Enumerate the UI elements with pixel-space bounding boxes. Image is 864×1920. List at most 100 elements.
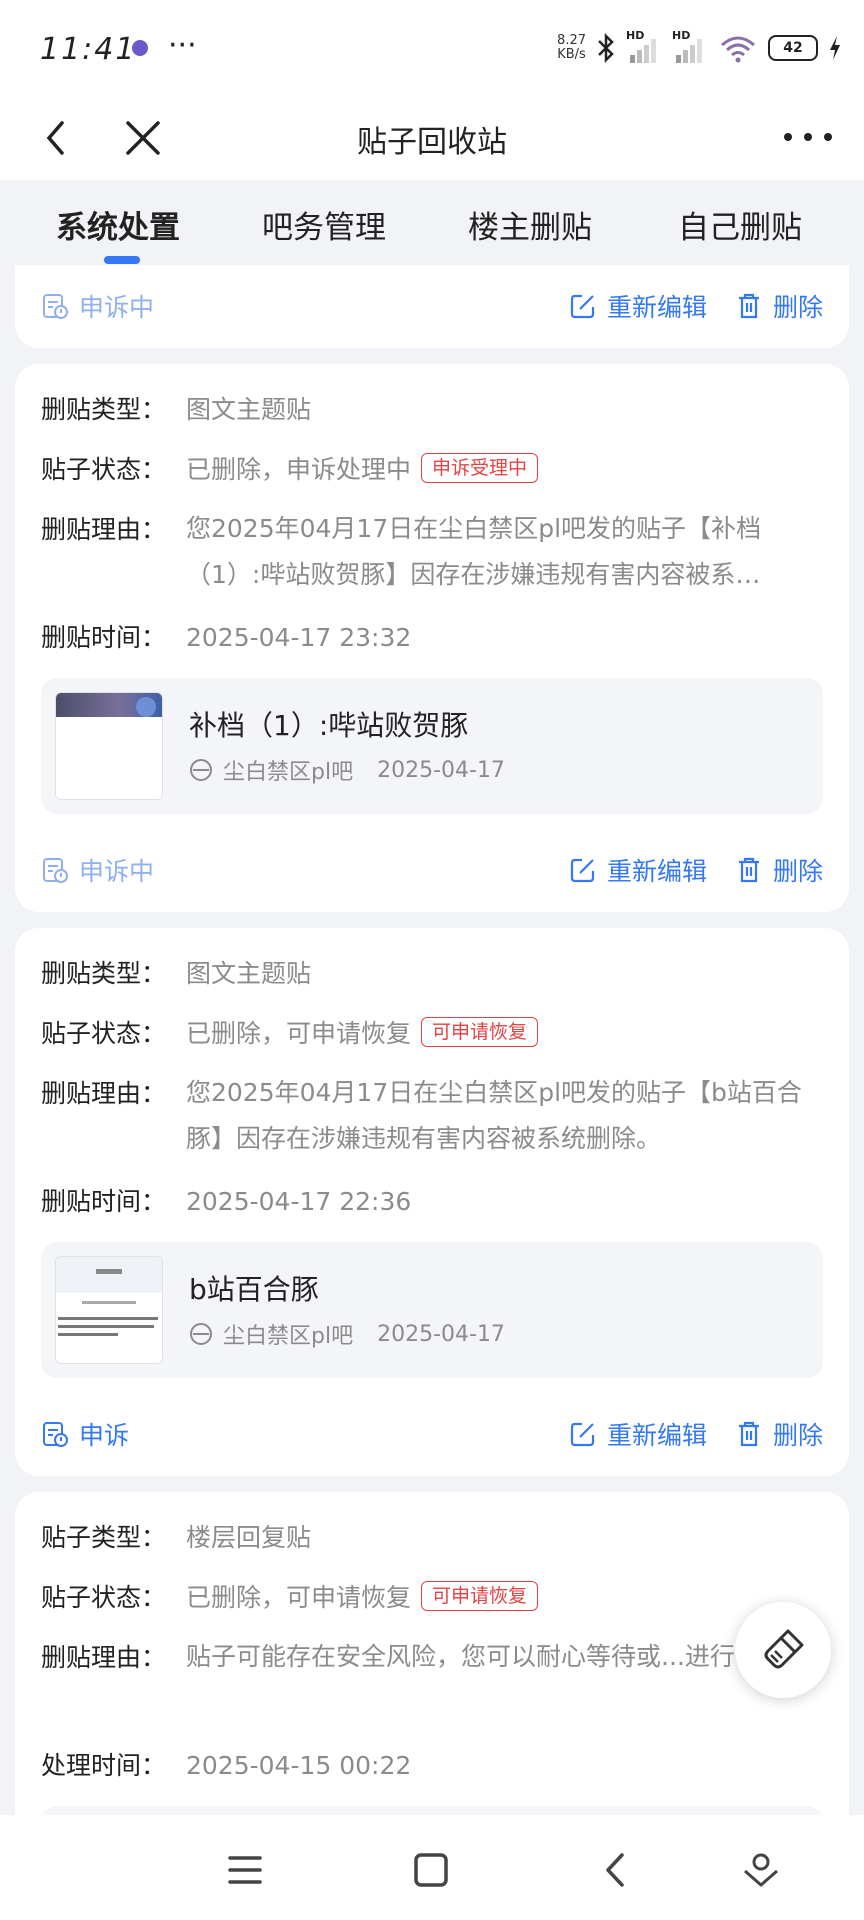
recycle-list[interactable]: 申诉中 重新编辑 删除 删贴类型： 图文主题贴 贴子状态： 已删除，申诉处理中 … — [0, 265, 864, 1815]
signal-2: HD — [672, 29, 708, 63]
delete-time-value: 2025-04-17 22:36 — [186, 1187, 412, 1216]
menu-icon[interactable] — [220, 1845, 270, 1895]
delete-label: 删除 — [772, 857, 823, 886]
trash-icon — [738, 857, 759, 883]
appeal-button[interactable]: 申诉 — [41, 1416, 129, 1452]
delete-type-value: 图文主题贴 — [186, 959, 312, 988]
delete-time-row: 删贴时间： 2025-04-17 23:32 — [41, 614, 829, 662]
brush-icon — [764, 1629, 804, 1669]
more-menu-button[interactable] — [778, 117, 838, 157]
post-type-value: 楼层回复贴 — [186, 1523, 312, 1552]
net-speed-value: 8.27 — [557, 33, 586, 48]
handle-time-row: 处理时间： 2025-04-15 00:22 — [41, 1742, 829, 1790]
tab-forum-management[interactable]: 吧务管理 — [262, 202, 386, 247]
delete-button[interactable]: 删除 — [735, 288, 823, 324]
appeal-icon — [43, 294, 68, 319]
post-preview[interactable]: 补档（1）:哔站败贺豚 尘白禁区pl吧 2025-04-17 — [41, 678, 823, 814]
post-status-row: 贴子状态： 已删除，可申请恢复 可申请恢复 — [41, 1574, 829, 1622]
forum-name: 尘白禁区pl吧 — [223, 1324, 354, 1349]
post-meta: 尘白禁区pl吧 2025-04-17 — [189, 754, 505, 786]
assistant-icon[interactable] — [736, 1845, 786, 1895]
deleted-post-card: 申诉中 重新编辑 删除 — [15, 265, 849, 348]
delete-time-label: 删贴时间： — [41, 623, 167, 652]
card-actions: 申诉中 重新编辑 删除 — [41, 286, 823, 326]
appeal-label: 申诉 — [79, 1421, 130, 1450]
home-icon[interactable] — [406, 1845, 456, 1895]
delete-type-label: 删贴类型： — [41, 395, 167, 424]
delete-label: 删除 — [772, 293, 823, 322]
appeal-icon — [43, 1422, 68, 1447]
post-type-row: 贴子类型： 楼层回复贴 — [41, 1514, 829, 1562]
reedit-label: 重新编辑 — [606, 293, 707, 322]
delete-button[interactable]: 删除 — [735, 852, 823, 888]
forum-name: 尘白禁区pl吧 — [223, 760, 354, 785]
post-status-label: 贴子状态： — [41, 1583, 167, 1612]
clean-brush-button[interactable] — [735, 1602, 831, 1698]
wifi-icon — [721, 36, 755, 63]
delete-reason-row: 删贴理由： 您2025年04月17日在尘白禁区pl吧发的贴子【b站百合豚】因存在… — [41, 1070, 829, 1162]
delete-type-row: 删贴类型： 图文主题贴 — [41, 950, 829, 998]
tab-self-deleted[interactable]: 自己删贴 — [678, 202, 802, 247]
edit-icon — [570, 294, 595, 319]
appeal-status: 申诉中 — [41, 288, 154, 324]
reedit-button[interactable]: 重新编辑 — [569, 288, 707, 324]
post-preview[interactable]: b站百合豚 尘白禁区pl吧 2025-04-17 — [41, 1242, 823, 1378]
tab-system-handling[interactable]: 系统处置 — [56, 202, 180, 247]
status-right-group: 8.27 KB/s HD HD 42 — [557, 29, 842, 66]
status-badge: 申诉受理中 — [421, 453, 539, 483]
edit-icon — [570, 858, 595, 883]
back-nav-icon[interactable] — [592, 1845, 642, 1895]
forum-icon — [190, 759, 212, 781]
bluetooth-icon — [598, 32, 614, 64]
status-bar: 11:41 ··· 8.27 KB/s HD HD 42 — [0, 0, 864, 95]
title-bar: 贴子回收站 — [0, 95, 864, 180]
delete-type-label: 删贴类型： — [41, 959, 167, 988]
post-preview[interactable] — [41, 1806, 823, 1815]
forum-icon — [190, 1323, 212, 1345]
tab-active-indicator — [104, 256, 140, 264]
post-status-label: 贴子状态： — [41, 455, 167, 484]
appeal-label: 申诉中 — [79, 293, 155, 322]
app-notification-icon — [132, 40, 148, 56]
delete-button[interactable]: 删除 — [735, 1416, 823, 1452]
reedit-label: 重新编辑 — [606, 1421, 707, 1450]
delete-reason-label: 删贴理由： — [41, 515, 167, 544]
delete-time-value: 2025-04-17 23:32 — [186, 623, 412, 652]
card-actions: 申诉中 重新编辑 删除 — [41, 850, 823, 890]
card-actions: 申诉 重新编辑 删除 — [41, 1414, 823, 1454]
tab-bar: 系统处置 吧务管理 楼主删贴 自己删贴 — [0, 180, 864, 265]
reedit-button[interactable]: 重新编辑 — [569, 1416, 707, 1452]
reedit-label: 重新编辑 — [606, 857, 707, 886]
status-badge: 可申请恢复 — [421, 1581, 539, 1611]
net-speed-unit: KB/s — [557, 47, 586, 62]
charging-icon — [830, 36, 840, 60]
delete-reason-value: 您2025年04月17日在尘白禁区pl吧发的贴子【b站百合豚】因存在涉嫌违规有害… — [186, 1078, 802, 1153]
status-more-icon: ··· — [168, 28, 197, 63]
delete-time-row: 删贴时间： 2025-04-17 22:36 — [41, 1178, 829, 1226]
delete-time-label: 删贴时间： — [41, 1187, 167, 1216]
post-thumbnail-image — [56, 1257, 162, 1363]
delete-type-value: 图文主题贴 — [186, 395, 312, 424]
appeal-status: 申诉中 — [41, 852, 154, 888]
page-title: 贴子回收站 — [357, 125, 507, 160]
appeal-icon — [43, 858, 68, 883]
edit-icon — [570, 1422, 595, 1447]
post-title: 补档（1）:哔站败贺豚 — [189, 709, 469, 742]
post-status-value: 已删除，可申请恢复 — [186, 1583, 412, 1612]
post-status-row: 贴子状态： 已删除，申诉处理中 申诉受理中 — [41, 446, 829, 494]
net-speed: 8.27 KB/s — [557, 34, 586, 62]
signal-1: HD — [626, 29, 662, 63]
tab-op-deleted[interactable]: 楼主删贴 — [468, 202, 592, 247]
reedit-button[interactable]: 重新编辑 — [569, 852, 707, 888]
post-status-value: 已删除，申诉处理中 — [186, 455, 412, 484]
post-thumbnail — [55, 1256, 163, 1364]
signal-2-label: HD — [672, 29, 691, 42]
post-type-label: 贴子类型： — [41, 1523, 167, 1552]
post-status-value: 已删除，可申请恢复 — [186, 1019, 412, 1048]
delete-reason-row: 删贴理由： 您2025年04月17日在尘白禁区pl吧发的贴子【补档（1）:哔站败… — [41, 506, 829, 598]
post-thumbnail — [55, 692, 163, 800]
deleted-post-card: 贴子类型： 楼层回复贴 贴子状态： 已删除，可申请恢复 可申请恢复 删贴理由： 贴… — [15, 1492, 849, 1815]
deleted-post-card: 删贴类型： 图文主题贴 贴子状态： 已删除，申诉处理中 申诉受理中 删贴理由： 您… — [15, 364, 849, 912]
deleted-post-card: 删贴类型： 图文主题贴 贴子状态： 已删除，可申请恢复 可申请恢复 删贴理由： 您… — [15, 928, 849, 1476]
trash-icon — [738, 1421, 759, 1447]
